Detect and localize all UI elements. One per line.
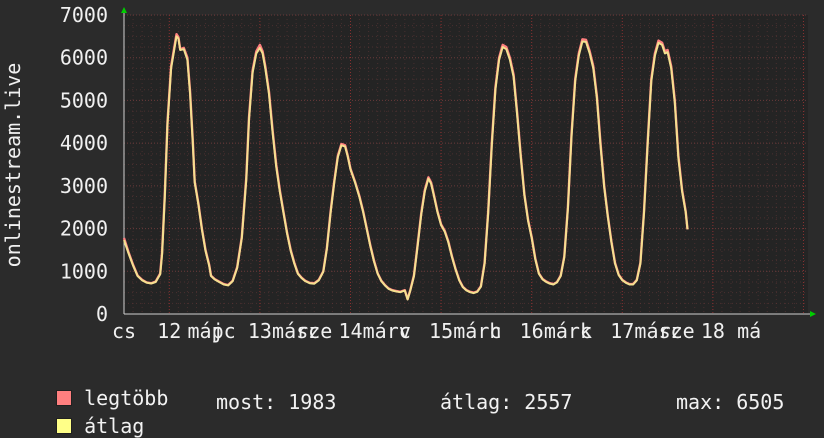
plot-area <box>124 15 808 314</box>
legend-item-avg: átlag <box>32 390 144 438</box>
y-tick-labels: 0 1000 2000 3000 4000 5000 6000 7000 <box>60 3 108 326</box>
y-tick-label: 1000 <box>60 259 108 283</box>
legend-label-avg: átlag <box>84 414 145 438</box>
y-axis-arrow <box>121 7 127 13</box>
y-tick-label: 3000 <box>60 174 108 198</box>
y-tick-label: 4000 <box>60 131 108 155</box>
x-tick-label: 12 <box>157 319 181 343</box>
y-tick-label: 0 <box>96 302 108 326</box>
y-tick-label: 2000 <box>60 217 108 241</box>
legend-swatch-avg <box>56 418 73 434</box>
x-tick-label: sze <box>296 319 332 343</box>
stat-now: most: 1983 <box>216 390 337 414</box>
x-tick-label: sze <box>659 319 695 343</box>
y-tick-label: 5000 <box>60 88 108 112</box>
x-axis-arrow <box>810 311 816 317</box>
x-tick-label: 14 <box>338 319 362 343</box>
x-tick-label: 18 <box>701 319 725 343</box>
x-tick-label: 16 <box>520 319 544 343</box>
x-tick-label: 15 <box>429 319 453 343</box>
x-tick-label: cs <box>112 319 136 343</box>
x-tick-label: k <box>580 319 592 343</box>
y-tick-label: 6000 <box>60 46 108 70</box>
stat-avg: átlag: 2557 <box>440 390 573 414</box>
stat-max: max: 6505 <box>676 390 785 414</box>
y-axis-label: onlinestream.live <box>1 63 25 268</box>
chart: 01000200030004000500060007000 cs 12 májpc 1… <box>1 3 816 343</box>
x-tick-label: h <box>489 319 501 343</box>
x-tick-label: má <box>737 319 761 343</box>
x-tick-label: v <box>399 319 411 343</box>
x-tick-label: pc <box>212 319 236 343</box>
x-tick-labels: cs 12 májpc 13 márcsze 14 márcv 15 márch 16 márck 1… <box>112 319 761 343</box>
x-tick-label: 13 <box>248 319 272 343</box>
y-tick-label: 7000 <box>60 3 108 27</box>
x-tick-label: 17 <box>610 319 634 343</box>
